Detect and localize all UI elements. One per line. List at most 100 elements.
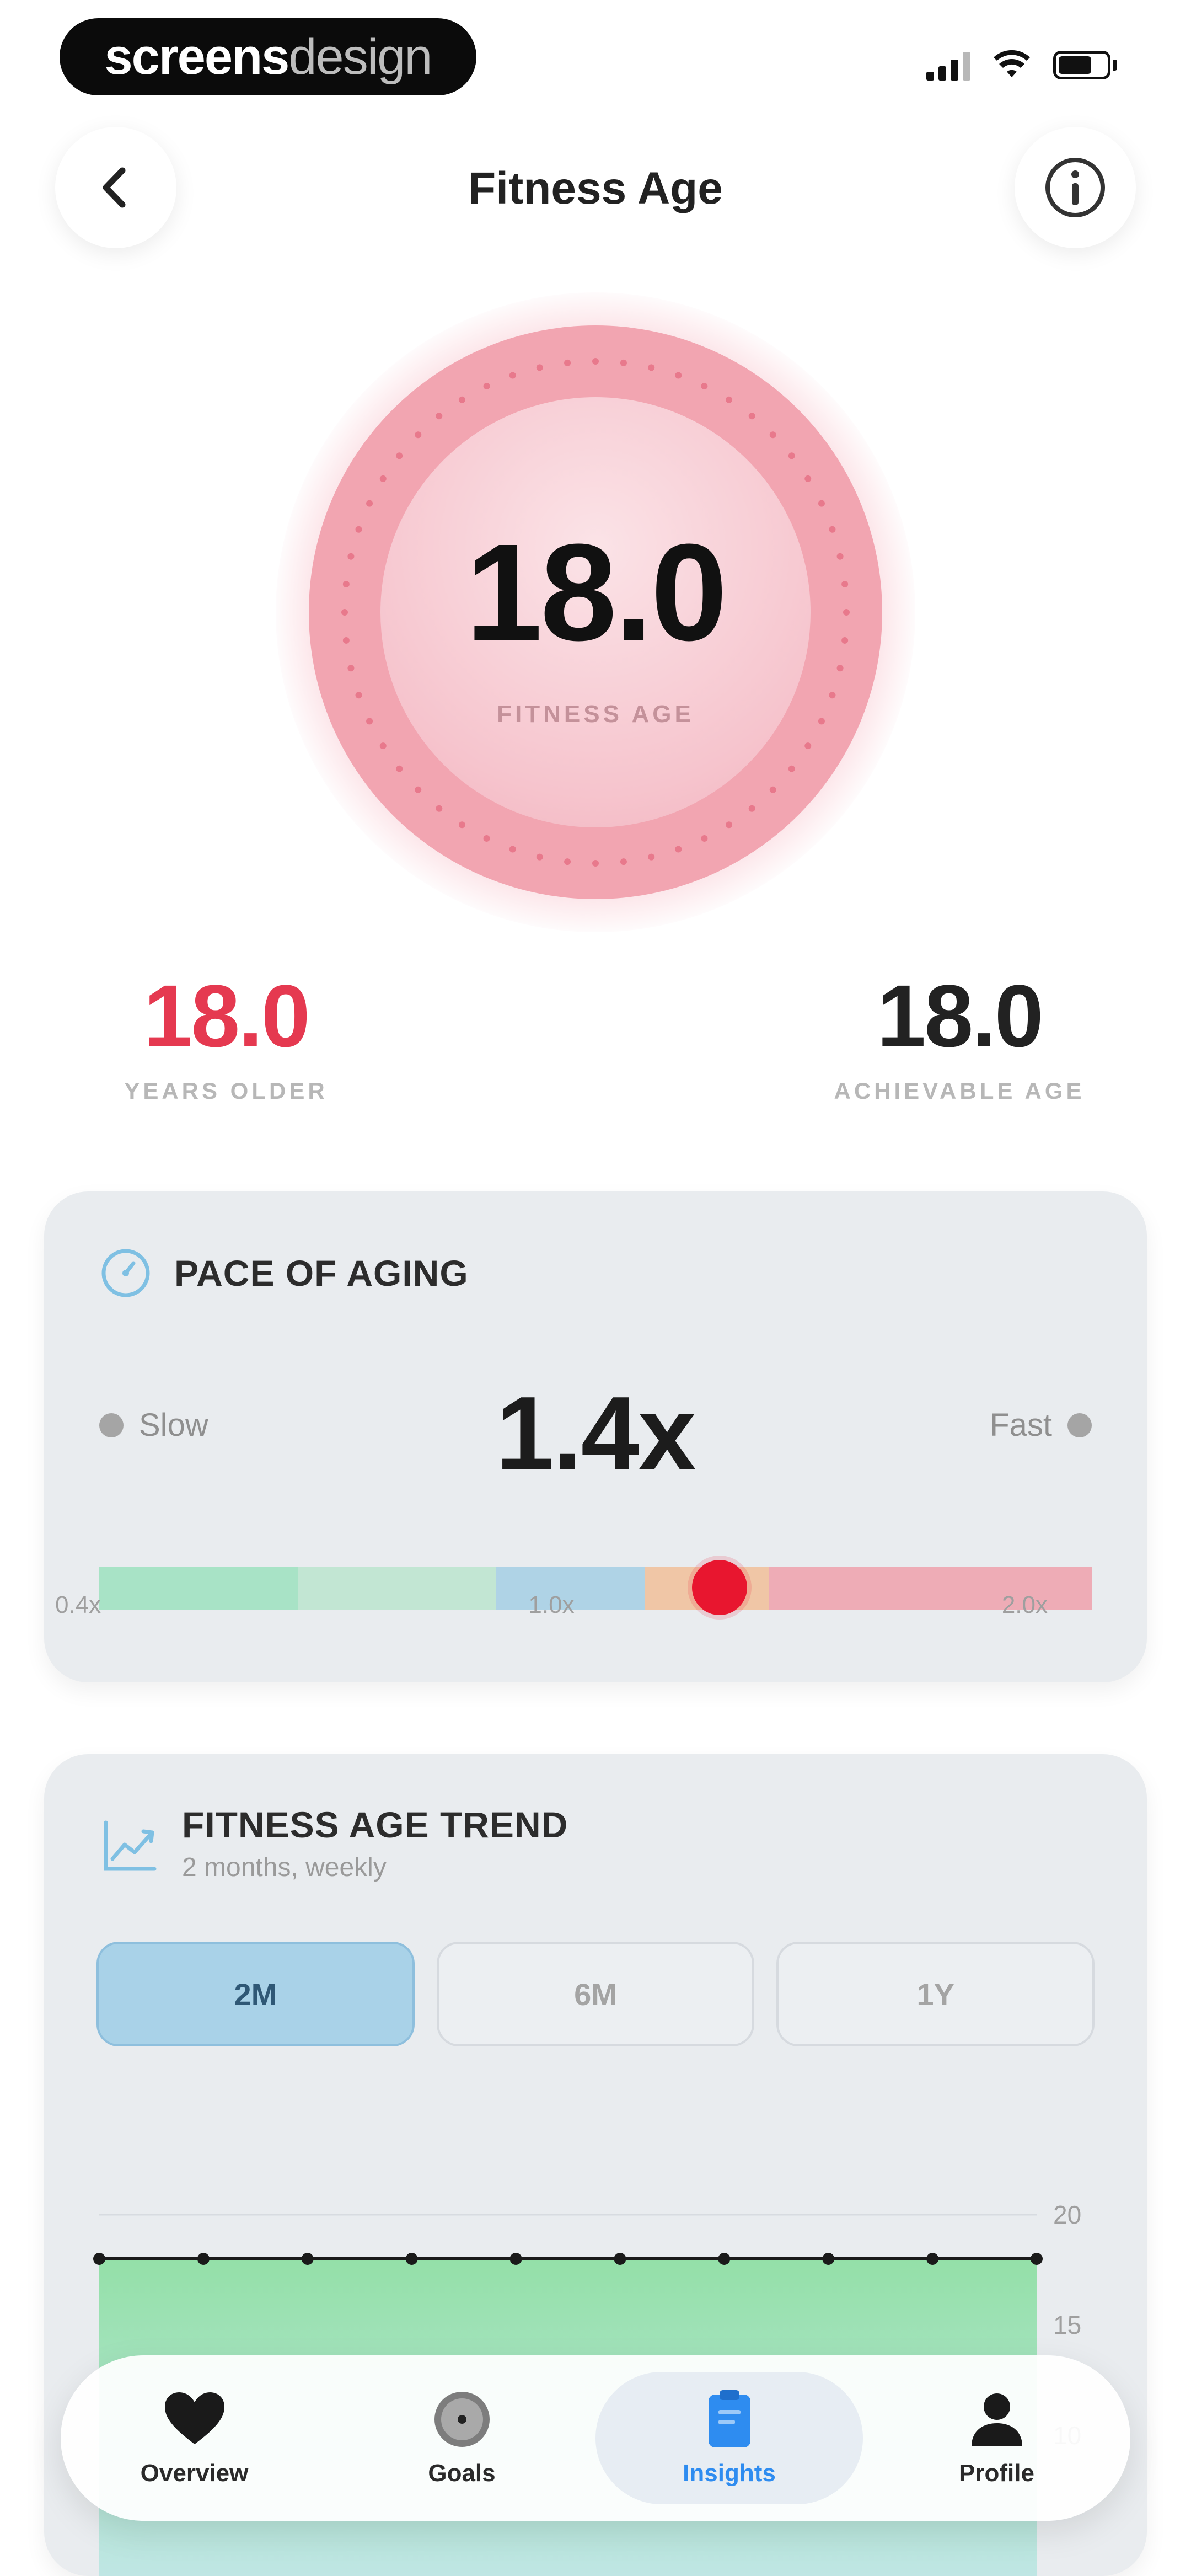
achievable-age-stat: 18.0 ACHIEVABLE AGE	[816, 965, 1103, 1104]
ring-dot	[788, 765, 795, 772]
years-older-value: 18.0	[143, 966, 310, 1065]
fast-label: Fast	[990, 1407, 1052, 1443]
nav-label: Insights	[683, 2460, 776, 2487]
ring-dot	[592, 358, 599, 365]
ring-dot	[592, 860, 599, 867]
ring-dot	[436, 413, 443, 420]
pace-card-header: PACE OF AGING	[99, 1247, 469, 1300]
ring-dot	[620, 359, 627, 366]
header: Fitness Age	[0, 127, 1191, 259]
brand-secondary: design	[288, 28, 432, 85]
ring-dot	[648, 853, 655, 861]
brand-logo: screens design	[60, 18, 476, 95]
chart-y-tick-label: 20	[1053, 2200, 1081, 2229]
chart-point	[822, 2253, 835, 2265]
ring-dot	[355, 692, 362, 699]
battery-icon	[1053, 50, 1119, 81]
fitness-age-value: 18.0	[465, 515, 728, 669]
person-icon	[964, 2389, 1030, 2450]
ring-dot	[726, 396, 733, 403]
cellular-signal-icon	[926, 50, 970, 81]
chart-point	[405, 2253, 418, 2265]
ring-dot	[436, 805, 443, 812]
wifi-icon	[994, 50, 1030, 77]
range-tab-1y[interactable]: 1Y	[776, 1942, 1095, 2046]
ring-dot	[804, 475, 812, 482]
ring-dot	[536, 853, 543, 861]
chart-point	[1031, 2253, 1043, 2265]
info-button[interactable]	[1015, 127, 1136, 248]
ring-dot	[396, 452, 403, 459]
ring-dot	[564, 359, 571, 366]
ring-dot	[458, 396, 465, 403]
brand-primary: screens	[104, 28, 290, 85]
nav-item-insights[interactable]: Insights	[596, 2372, 863, 2504]
ring-dot	[829, 692, 836, 699]
years-older-label: YEARS OLDER	[124, 1078, 328, 1104]
status-icons	[926, 50, 1119, 81]
ring-dot	[648, 364, 655, 371]
ring-dot	[458, 821, 465, 829]
fast-dot-icon	[1067, 1413, 1092, 1437]
page-title: Fitness Age	[468, 163, 723, 213]
target-icon	[429, 2389, 495, 2450]
ring-dot	[769, 431, 776, 439]
ring-dot	[726, 821, 733, 829]
ring-dot	[536, 364, 543, 371]
ring-dot	[620, 858, 627, 865]
achievable-age-value: 18.0	[877, 966, 1043, 1065]
nav-label: Profile	[959, 2460, 1034, 2487]
ring-dot	[804, 742, 812, 750]
achievable-age-label: ACHIEVABLE AGE	[834, 1078, 1085, 1104]
ring-dot	[748, 413, 755, 420]
ring-dot	[379, 475, 387, 482]
info-icon	[1045, 158, 1105, 217]
fitness-age-ring: 18.0 FITNESS AGE	[276, 292, 915, 932]
ring-dot	[675, 846, 682, 853]
ring-dot	[509, 846, 516, 853]
chart-point	[301, 2253, 314, 2265]
ring-dot	[788, 452, 795, 459]
ring-dot	[769, 786, 776, 793]
fitness-age-label: FITNESS AGE	[497, 701, 694, 728]
ring-dot	[509, 372, 516, 379]
status-bar: screens design	[0, 0, 1191, 110]
ring-dot	[675, 372, 682, 379]
ring-dot	[483, 383, 490, 390]
pace-value: 1.4x	[496, 1375, 696, 1492]
chart-point	[509, 2253, 522, 2265]
chart-point	[197, 2253, 210, 2265]
bottom-navigation: Overview Goals Insights Profile	[61, 2355, 1130, 2521]
ring-dot	[701, 835, 708, 842]
clipboard-icon	[696, 2389, 763, 2450]
ring-dot	[818, 500, 825, 507]
pace-tick-label: 0.4x	[55, 1591, 101, 1618]
chart-y-tick-label: 15	[1053, 2311, 1081, 2339]
nav-item-goals[interactable]: Goals	[328, 2372, 596, 2504]
chart-point	[93, 2253, 105, 2265]
nav-item-profile[interactable]: Profile	[863, 2372, 1130, 2504]
ring-dot	[564, 858, 571, 865]
nav-label: Overview	[140, 2460, 249, 2487]
ring-dot	[366, 500, 373, 507]
ring-dot	[483, 835, 490, 842]
pace-card-title: PACE OF AGING	[174, 1253, 469, 1294]
range-tab-6m[interactable]: 6M	[436, 1942, 755, 2046]
ring-dot	[415, 431, 422, 439]
heart-icon	[162, 2389, 228, 2450]
range-tab-2m[interactable]: 2M	[96, 1942, 415, 2046]
fast-indicator: Fast	[990, 1407, 1092, 1444]
trend-card-title: FITNESS AGE TREND	[182, 1804, 568, 1845]
ring-dot	[701, 383, 708, 390]
speedometer-icon	[101, 1249, 150, 1297]
trend-card-subtitle: 2 months, weekly	[182, 1853, 387, 1882]
ring-dot	[396, 765, 403, 772]
nav-item-overview[interactable]: Overview	[61, 2372, 328, 2504]
ring-dot	[748, 805, 755, 812]
pace-speed-row: Slow 1.4x Fast	[99, 1373, 1092, 1492]
trend-chart-icon	[104, 1820, 157, 1871]
nav-label: Goals	[428, 2460, 496, 2487]
pace-scale-ticks: 0.4x 1.0x 2.0x	[55, 1591, 1048, 1624]
range-selector: 2M 6M 1Y	[96, 1942, 1095, 2046]
ring-dot	[379, 742, 387, 750]
